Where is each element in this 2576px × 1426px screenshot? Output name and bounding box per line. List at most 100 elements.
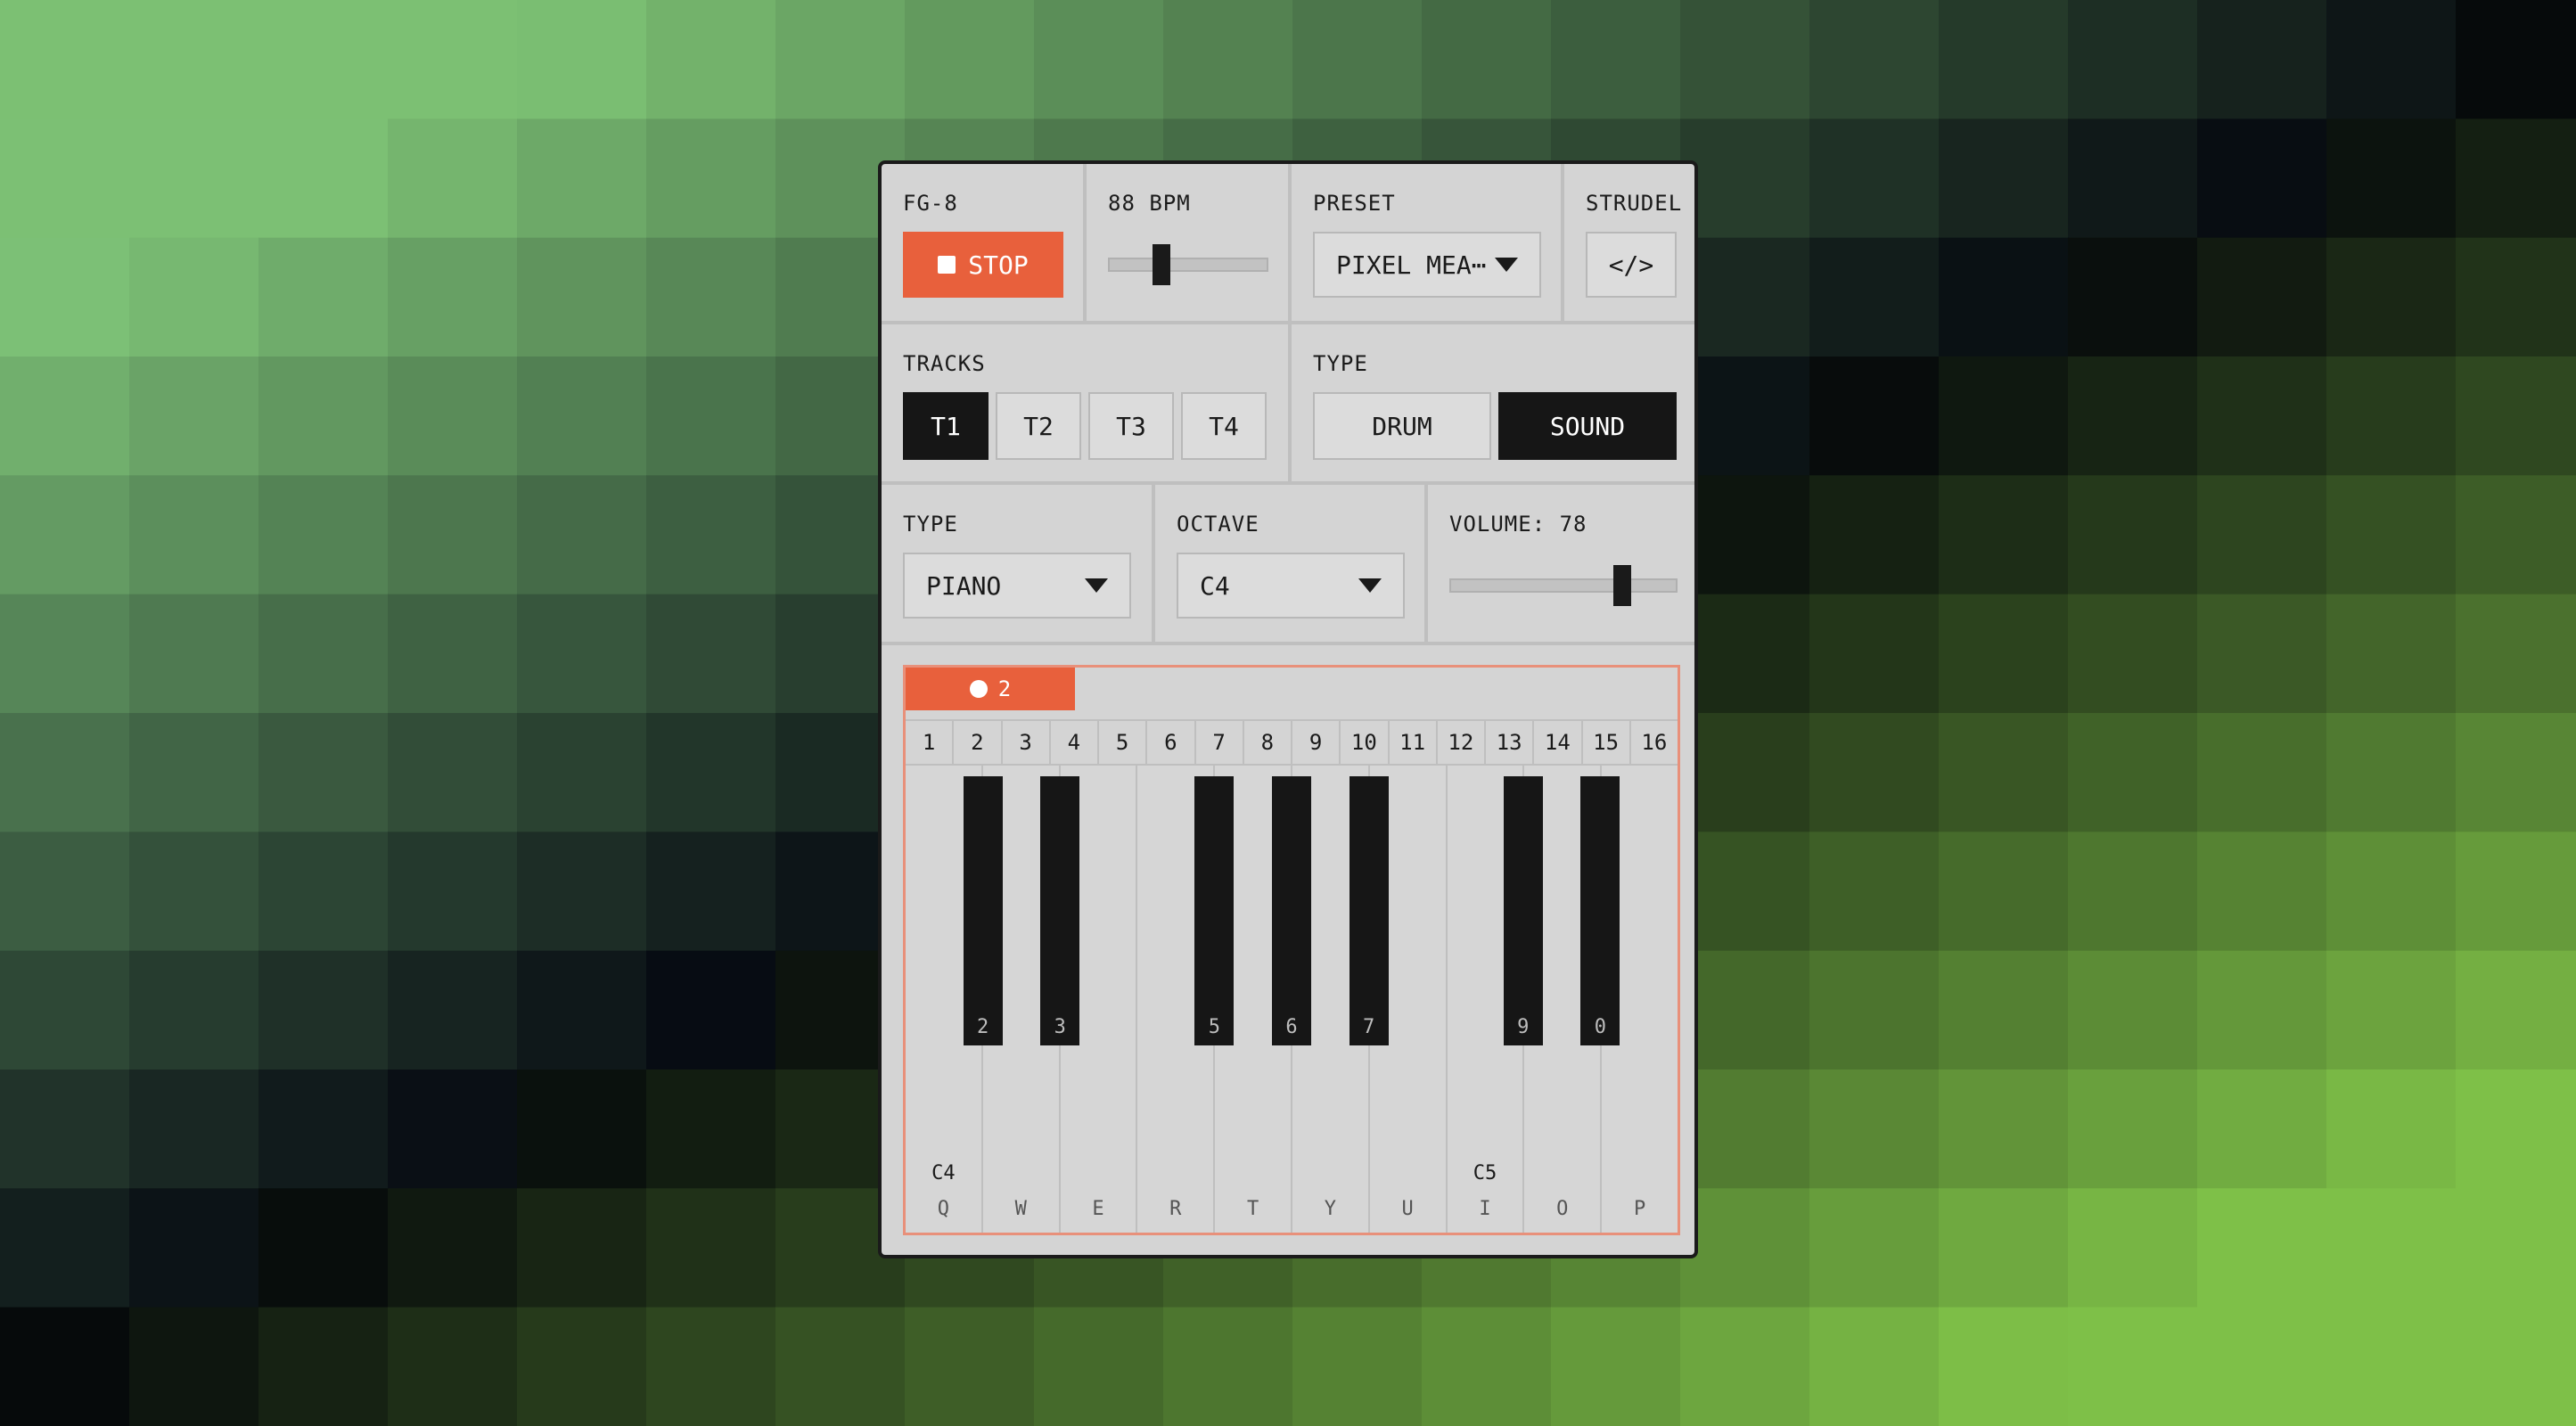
track-button-t4[interactable]: T4 xyxy=(1181,392,1267,460)
step-11[interactable]: 11 xyxy=(1390,721,1438,764)
track-button-t3[interactable]: T3 xyxy=(1088,392,1174,460)
step-9[interactable]: 9 xyxy=(1292,721,1341,764)
step-4[interactable]: 4 xyxy=(1051,721,1099,764)
background-pixel xyxy=(646,475,776,595)
background-pixel xyxy=(2326,1307,2457,1426)
background-pixel xyxy=(646,832,776,952)
background-pixel xyxy=(517,237,647,357)
background-pixel xyxy=(0,713,130,833)
volume-cell: VOLUME: 78 xyxy=(1428,485,1694,642)
record-dot-icon xyxy=(969,680,988,698)
app-cell: FG-8 STOP xyxy=(882,164,1087,321)
tempo-slider-thumb[interactable] xyxy=(1152,244,1170,285)
tempo-slider[interactable] xyxy=(1108,258,1268,272)
strudel-label: STRUDEL xyxy=(1586,191,1683,216)
key-shortcut-label: 2 xyxy=(976,1016,989,1038)
step-3[interactable]: 3 xyxy=(1003,721,1051,764)
step-15[interactable]: 15 xyxy=(1583,721,1631,764)
background-pixel xyxy=(1680,475,1810,595)
black-key-5[interactable]: 5 xyxy=(1194,776,1235,1045)
black-key-6[interactable]: 6 xyxy=(1272,776,1311,1045)
background-pixel xyxy=(1163,0,1293,120)
background-pixel xyxy=(0,119,130,239)
background-pixel xyxy=(2456,594,2576,714)
octave-select[interactable]: C4 xyxy=(1177,553,1405,619)
background-pixel xyxy=(0,950,130,1070)
step-5[interactable]: 5 xyxy=(1099,721,1148,764)
background-pixel xyxy=(2197,237,2327,357)
volume-slider-thumb[interactable] xyxy=(1613,565,1632,606)
background-pixel xyxy=(258,0,389,120)
background-pixel xyxy=(1680,237,1810,357)
preset-select[interactable]: PIXEL MEA⋯ xyxy=(1313,232,1541,298)
background-pixel xyxy=(2456,475,2576,595)
instrument-select[interactable]: PIANO xyxy=(903,553,1131,619)
instrument-value: PIANO xyxy=(926,570,1002,601)
background-pixel xyxy=(1809,713,1940,833)
black-key-7[interactable]: 7 xyxy=(1349,776,1389,1045)
black-key-9[interactable]: 9 xyxy=(1503,776,1543,1045)
background-pixel xyxy=(388,119,518,239)
type-button-sound[interactable]: SOUND xyxy=(1498,392,1677,460)
pattern-tab[interactable]: 2 xyxy=(906,668,1075,710)
key-shortcut-label: E xyxy=(1092,1198,1104,1220)
octave-label: OCTAVE xyxy=(1177,512,1259,537)
black-key-0[interactable]: 0 xyxy=(1580,776,1620,1045)
step-14[interactable]: 14 xyxy=(1534,721,1583,764)
background-pixel xyxy=(646,119,776,239)
background-pixel xyxy=(129,1070,259,1190)
step-8[interactable]: 8 xyxy=(1244,721,1292,764)
background-pixel xyxy=(1939,1307,2069,1426)
tracks-label: TRACKS xyxy=(903,351,986,376)
volume-label: VOLUME: 78 xyxy=(1449,512,1587,537)
step-13[interactable]: 13 xyxy=(1486,721,1535,764)
background-pixel xyxy=(2068,950,2198,1070)
background-pixel xyxy=(1551,1307,1681,1426)
step-7[interactable]: 7 xyxy=(1196,721,1244,764)
background-pixel xyxy=(2456,237,2576,357)
background-pixel xyxy=(129,713,259,833)
background-pixel xyxy=(517,594,647,714)
top-bar: FG-8 STOP 88 BPM PRESET PIXEL MEA⋯ STRUD… xyxy=(882,164,1694,324)
step-10[interactable]: 10 xyxy=(1341,721,1390,764)
background-pixel xyxy=(1939,356,2069,477)
background-pixel xyxy=(1680,1188,1810,1308)
background-pixel xyxy=(388,0,518,120)
background-pixel xyxy=(905,0,1035,120)
step-16[interactable]: 16 xyxy=(1631,721,1678,764)
octave-cell: OCTAVE C4 xyxy=(1155,485,1428,642)
step-1[interactable]: 1 xyxy=(906,721,955,764)
step-12[interactable]: 12 xyxy=(1438,721,1486,764)
black-key-3[interactable]: 3 xyxy=(1040,776,1080,1045)
black-key-2[interactable]: 2 xyxy=(963,776,1003,1045)
background-pixel xyxy=(2456,119,2576,239)
stop-button[interactable]: STOP xyxy=(903,232,1063,298)
track-button-t2[interactable]: T2 xyxy=(996,392,1081,460)
background-pixel xyxy=(1680,950,1810,1070)
key-shortcut-label: 0 xyxy=(1594,1016,1607,1038)
background-pixel xyxy=(388,356,518,477)
type-button-drum[interactable]: DRUM xyxy=(1313,392,1491,460)
background-pixel xyxy=(0,1188,130,1308)
background-pixel xyxy=(2068,713,2198,833)
background-pixel xyxy=(1939,713,2069,833)
background-pixel xyxy=(1939,832,2069,952)
background-pixel xyxy=(2456,1188,2576,1308)
synth-panel: FG-8 STOP 88 BPM PRESET PIXEL MEA⋯ STRUD… xyxy=(878,160,1698,1258)
key-shortcut-label: Y xyxy=(1324,1198,1336,1220)
step-6[interactable]: 6 xyxy=(1147,721,1196,764)
background-pixel xyxy=(1809,0,1940,120)
code-button[interactable]: </> xyxy=(1586,232,1677,298)
background-pixel xyxy=(0,475,130,595)
chevron-down-icon xyxy=(1085,578,1108,593)
background-pixel xyxy=(646,950,776,1070)
step-2[interactable]: 2 xyxy=(954,721,1003,764)
key-shortcut-label: 3 xyxy=(1054,1016,1066,1038)
track-button-t1[interactable]: T1 xyxy=(903,392,989,460)
background-pixel xyxy=(1551,0,1681,120)
volume-slider[interactable] xyxy=(1449,578,1678,593)
background-pixel xyxy=(1292,0,1423,120)
background-pixel xyxy=(1034,0,1164,120)
background-pixel xyxy=(2068,475,2198,595)
chevron-down-icon xyxy=(1495,258,1518,272)
